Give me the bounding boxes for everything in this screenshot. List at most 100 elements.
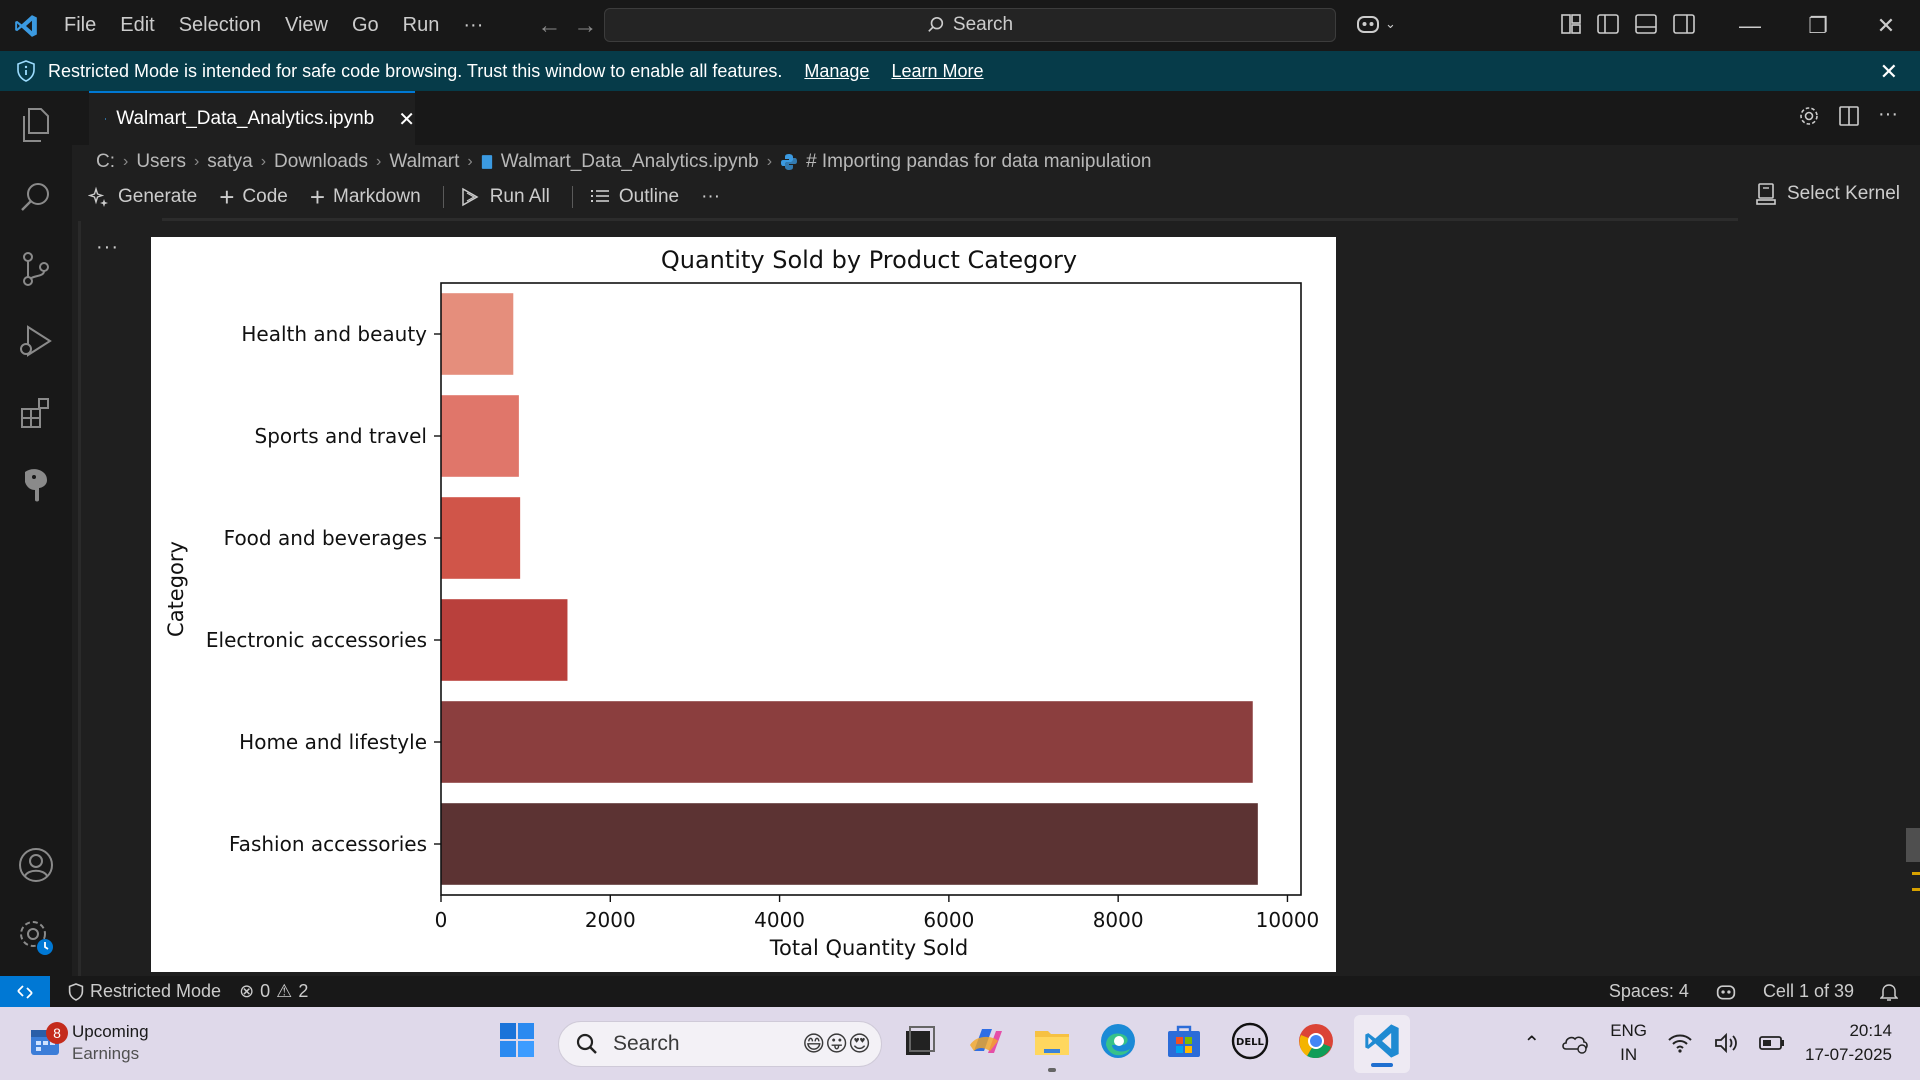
menu-selection[interactable]: Selection [167, 0, 273, 51]
taskbar-app-file-explorer[interactable] [1032, 1021, 1072, 1072]
region-code: IN [1620, 1045, 1638, 1064]
shield-icon [68, 982, 84, 1001]
menu-file[interactable]: File [52, 0, 108, 51]
back-arrow-icon[interactable]: ← [537, 12, 561, 40]
close-banner-icon[interactable]: ✕ [1880, 59, 1898, 85]
toolbar-divider [571, 186, 573, 208]
breadcrumb-satya[interactable]: satya [207, 151, 252, 173]
menu-more[interactable]: ··· [451, 0, 495, 51]
copilot-menu[interactable]: ⌄ [1355, 12, 1396, 36]
menu-go[interactable]: Go [340, 0, 391, 51]
close-window-icon[interactable]: ✕ [1852, 0, 1920, 51]
y-axis-label: Category [164, 541, 188, 637]
restricted-mode-status[interactable]: Restricted Mode [68, 981, 221, 1002]
run-debug-icon[interactable] [16, 321, 56, 361]
elephant-extension-icon[interactable] [16, 465, 56, 505]
restore-icon[interactable]: ❐ [1784, 0, 1852, 51]
svg-text:DELL: DELL [1236, 1037, 1265, 1048]
run-all-button[interactable]: Run All [460, 186, 550, 208]
taskbar-search-box[interactable]: Search 😄😛😍 [558, 1021, 882, 1067]
tab-notebook[interactable]: Walmart_Data_Analytics.ipynb ✕ [89, 91, 415, 145]
more-actions-icon[interactable]: ··· [1878, 104, 1898, 127]
copilot-app-icon [970, 1029, 1002, 1053]
copilot-status-icon[interactable] [1715, 982, 1737, 1002]
search-view-icon[interactable] [16, 177, 56, 217]
split-editor-icon[interactable] [1838, 105, 1860, 127]
task-view-icon [906, 1026, 935, 1055]
breadcrumb-walmart[interactable]: Walmart [389, 151, 459, 173]
windows-start-icon [500, 1023, 534, 1057]
generate-button[interactable]: Generate [88, 186, 197, 208]
explorer-icon[interactable] [16, 105, 56, 145]
toolbar-more-button[interactable]: ··· [701, 186, 720, 208]
taskbar-app-copilot[interactable] [966, 1021, 1006, 1066]
source-control-icon[interactable] [16, 249, 56, 289]
problems-status[interactable]: ⊗ 0 ⚠ 2 [239, 981, 308, 1002]
learn-more-link[interactable]: Learn More [891, 61, 983, 82]
windows-taskbar: 8 Upcoming Earnings Search 😄😛😍 DELL ⌃ EN… [0, 1007, 1920, 1080]
search-icon [928, 16, 944, 32]
system-tray: ⌃ ENG IN 20:14 17-07-2025 [1523, 1019, 1892, 1067]
forward-arrow-icon[interactable]: → [573, 12, 597, 40]
taskbar-app-vscode[interactable] [1354, 1015, 1410, 1073]
menu-view[interactable]: View [273, 0, 340, 51]
menu-edit[interactable]: Edit [108, 0, 166, 51]
manage-gear-icon[interactable] [16, 917, 56, 957]
copilot-icon [1357, 16, 1379, 33]
toggle-primary-sidebar-icon[interactable] [1596, 13, 1620, 35]
bar-sports-and-travel [441, 395, 519, 477]
taskbar-app-taskview[interactable] [900, 1021, 938, 1066]
cell-gutter [78, 221, 81, 976]
search-label: Search [952, 14, 1014, 35]
sparkle-icon [88, 186, 108, 207]
volume-icon[interactable] [1713, 1032, 1739, 1054]
start-button[interactable] [498, 1021, 536, 1064]
input-language-indicator[interactable]: ENG IN [1610, 1019, 1647, 1067]
onedrive-sync-icon[interactable] [1560, 1031, 1590, 1055]
menu-run[interactable]: Run [391, 0, 452, 51]
toggle-panel-icon[interactable] [1634, 13, 1658, 35]
toggle-secondary-sidebar-icon[interactable] [1672, 13, 1696, 35]
outline-label: Outline [618, 186, 680, 207]
indentation-status[interactable]: Spaces: 4 [1609, 981, 1689, 1002]
breadcrumb-cell[interactable]: # Importing pandas for data manipulation [806, 151, 1151, 173]
outline-button[interactable]: Outline [589, 186, 679, 208]
clock[interactable]: 20:14 17-07-2025 [1805, 1019, 1892, 1067]
notebook-file-icon [481, 155, 492, 169]
show-hidden-icons-chevron-icon[interactable]: ⌃ [1523, 1031, 1540, 1056]
add-code-cell-button[interactable]: + Code [219, 184, 288, 210]
notebook-settings-gear-icon[interactable] [1798, 105, 1820, 127]
extensions-icon[interactable] [16, 393, 56, 433]
taskbar-app-dell[interactable]: DELL [1230, 1021, 1270, 1066]
customize-layout-icon[interactable] [1560, 13, 1582, 35]
notebook-file-icon [105, 118, 107, 120]
shield-icon [17, 60, 35, 82]
editor-scrollbar-thumb[interactable] [1906, 828, 1920, 862]
breadcrumb-file[interactable]: Walmart_Data_Analytics.ipynb [501, 151, 759, 173]
minimize-icon[interactable]: — [1716, 0, 1784, 51]
taskbar-app-store[interactable] [1164, 1021, 1204, 1066]
breadcrumb-downloads[interactable]: Downloads [274, 151, 368, 173]
select-kernel-button[interactable]: Select Kernel [1755, 182, 1900, 206]
taskbar-app-edge[interactable] [1098, 1021, 1138, 1066]
close-tab-icon[interactable]: ✕ [398, 107, 415, 132]
x-tick-label: 10000 [1256, 908, 1320, 932]
cell-position-status[interactable]: Cell 1 of 39 [1763, 981, 1854, 1002]
cell-output-more-button[interactable]: ··· [96, 236, 119, 259]
manage-link[interactable]: Manage [804, 61, 869, 82]
bar-health-and-beauty [441, 293, 514, 375]
breadcrumb-users[interactable]: Users [136, 151, 186, 173]
taskbar-app-chrome[interactable] [1296, 1021, 1336, 1066]
notifications-bell-icon[interactable] [1880, 982, 1898, 1002]
add-markdown-cell-button[interactable]: + Markdown [310, 184, 421, 210]
command-center-search[interactable]: Search [604, 8, 1336, 42]
remote-indicator-icon[interactable] [0, 976, 50, 1007]
lang-code: ENG [1610, 1021, 1648, 1040]
banner-message: Restricted Mode is intended for safe cod… [48, 60, 783, 81]
breadcrumb-drive[interactable]: C: [96, 151, 115, 173]
widgets-button[interactable]: 8 Upcoming Earnings [28, 1021, 149, 1065]
wifi-icon[interactable] [1667, 1032, 1693, 1054]
account-icon[interactable] [16, 845, 56, 885]
kernel-icon [1756, 183, 1776, 205]
battery-icon[interactable] [1759, 1035, 1785, 1051]
